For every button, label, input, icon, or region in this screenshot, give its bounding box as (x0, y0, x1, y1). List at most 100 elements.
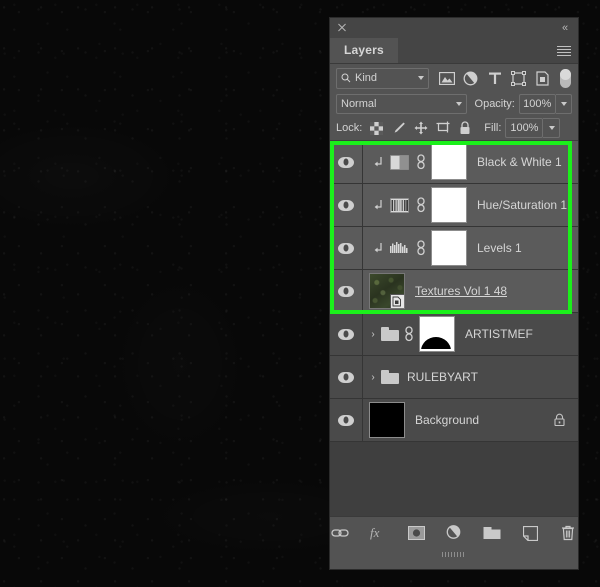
layer-name[interactable]: Textures Vol 1 48 (415, 284, 507, 298)
add-layer-mask-button[interactable] (406, 523, 426, 543)
layer-visibility-toggle[interactable] (330, 141, 363, 183)
layer-body[interactable]: Textures Vol 1 48 (363, 270, 578, 312)
table-row[interactable]: Background (330, 399, 578, 442)
layer-body[interactable]: › ARTISTMEF (363, 313, 578, 355)
table-row[interactable]: Hue/Saturation 1 (330, 184, 578, 227)
group-expand-chevron-icon[interactable]: › (367, 329, 379, 340)
table-row[interactable]: Textures Vol 1 48 (330, 270, 578, 313)
opacity-stepper[interactable] (555, 94, 572, 114)
layer-list[interactable]: Black & White 1 Hue/Saturation 1 Levels … (330, 141, 578, 516)
fill-label: Fill: (484, 122, 502, 134)
filter-enable-toggle[interactable] (560, 68, 571, 88)
chevron-down-icon (561, 102, 567, 106)
layer-body[interactable]: Levels 1 (363, 227, 578, 269)
layer-body[interactable]: › RULEBYART (363, 356, 578, 398)
chevron-down-icon (418, 76, 424, 80)
layer-thumbnail[interactable] (369, 402, 405, 438)
layer-mask-thumbnail[interactable] (431, 144, 467, 180)
panel-resize-grip[interactable] (330, 549, 578, 560)
table-row[interactable]: Levels 1 (330, 227, 578, 270)
blend-mode-bar: Normal Opacity: 100% (330, 92, 578, 116)
layer-visibility-toggle[interactable] (330, 227, 363, 269)
eye-icon (338, 285, 354, 297)
table-row[interactable]: Black & White 1 (330, 141, 578, 184)
layer-mask-link-icon[interactable] (401, 326, 417, 342)
svg-text:fx: fx (370, 525, 380, 540)
layer-name[interactable]: RULEBYART (407, 370, 478, 384)
clipping-mask-icon (371, 156, 385, 169)
table-row[interactable]: › ARTISTMEF (330, 313, 578, 356)
delete-layer-button[interactable] (558, 523, 578, 543)
eye-icon (338, 328, 354, 340)
panel-menu-icon[interactable] (557, 46, 571, 56)
filter-smart-object-icon[interactable] (532, 68, 553, 89)
layer-body[interactable]: Background (363, 399, 578, 441)
lock-transparent-pixels-icon[interactable] (369, 121, 384, 136)
screen: « Layers Kind Normal Opacity: 100% Lock:… (0, 0, 600, 587)
layer-name[interactable]: Black & White 1 (477, 155, 562, 169)
layer-name[interactable]: ARTISTMEF (465, 327, 533, 341)
folder-icon (381, 327, 399, 341)
chevron-down-icon (549, 126, 556, 130)
clipping-mask-icon (371, 242, 385, 255)
link-layers-button[interactable] (330, 523, 350, 543)
clipping-mask-icon (371, 199, 385, 212)
fill-stepper[interactable] (543, 118, 561, 138)
lock-position-icon[interactable] (413, 121, 428, 136)
blend-mode-value: Normal (341, 98, 377, 110)
tab-layers[interactable]: Layers (330, 38, 398, 63)
panel-tab-bar: Layers (330, 38, 578, 64)
lock-label: Lock: (336, 122, 363, 134)
opacity-input[interactable]: 100% (518, 94, 556, 114)
lock-artboard-nesting-icon[interactable] (435, 121, 450, 136)
opacity-label: Opacity: (474, 98, 515, 110)
layer-visibility-toggle[interactable] (330, 399, 363, 441)
eye-icon (338, 371, 354, 383)
new-group-button[interactable] (482, 523, 502, 543)
filter-shape-icon[interactable] (508, 68, 529, 89)
layer-visibility-toggle[interactable] (330, 313, 363, 355)
double-chevron-left-icon[interactable]: « (558, 21, 572, 35)
filter-adjustment-icon[interactable] (460, 68, 481, 89)
layer-visibility-toggle[interactable] (330, 270, 363, 312)
search-icon (341, 73, 351, 83)
chevron-down-icon (455, 102, 462, 106)
layer-thumbnail[interactable] (369, 273, 405, 309)
layer-name[interactable]: Hue/Saturation 1 (477, 198, 567, 212)
layer-visibility-toggle[interactable] (330, 184, 363, 226)
filter-type-icons (436, 68, 553, 89)
layer-mask-thumbnail[interactable] (431, 187, 467, 223)
layers-panel: « Layers Kind Normal Opacity: 100% Lock:… (330, 18, 578, 569)
lock-all-icon[interactable] (457, 121, 472, 136)
filter-pixel-icon[interactable] (436, 68, 457, 89)
layer-mask-link-icon[interactable] (413, 240, 429, 256)
new-adjustment-layer-button[interactable] (444, 523, 464, 543)
layer-name[interactable]: Background (415, 413, 479, 427)
smart-object-badge-icon (390, 294, 404, 308)
lock-image-pixels-icon[interactable] (391, 121, 406, 136)
locked-layer-icon (553, 413, 566, 427)
layer-body[interactable]: Hue/Saturation 1 (363, 184, 578, 226)
layer-mask-link-icon[interactable] (413, 154, 429, 170)
close-icon[interactable] (336, 22, 348, 34)
layer-mask-thumbnail[interactable] (431, 230, 467, 266)
folder-icon (381, 370, 399, 384)
lock-bar: Lock: Fill: 100% (330, 116, 578, 141)
layer-body[interactable]: Black & White 1 (363, 141, 578, 183)
layers-panel-footer: fx (330, 516, 578, 549)
filter-kind-label: Kind (355, 72, 378, 84)
levels-adjustment-icon (387, 239, 411, 257)
fill-input[interactable]: 100% (505, 118, 544, 138)
filter-bar: Kind (330, 64, 578, 92)
layer-visibility-toggle[interactable] (330, 356, 363, 398)
blend-mode-select[interactable]: Normal (336, 94, 467, 114)
layer-mask-link-icon[interactable] (413, 197, 429, 213)
group-mask-thumbnail[interactable] (419, 316, 455, 352)
new-layer-button[interactable] (520, 523, 540, 543)
filter-kind-select[interactable]: Kind (336, 67, 429, 89)
filter-type-icon[interactable] (484, 68, 505, 89)
group-expand-chevron-icon[interactable]: › (367, 372, 379, 383)
table-row[interactable]: › RULEBYART (330, 356, 578, 399)
layer-name[interactable]: Levels 1 (477, 241, 522, 255)
layer-style-fx-button[interactable]: fx (368, 523, 388, 543)
